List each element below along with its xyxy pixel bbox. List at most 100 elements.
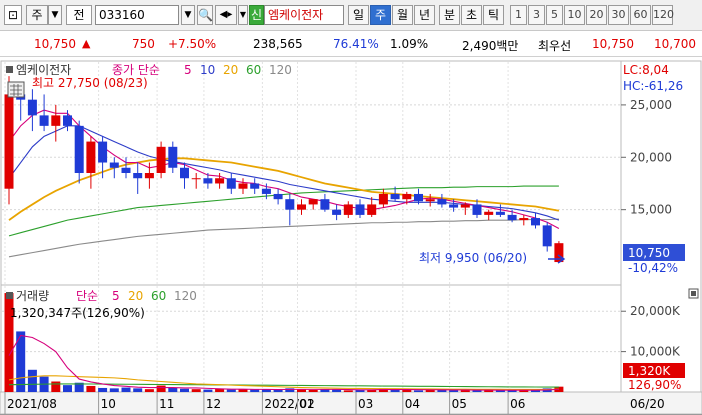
volume-bar: [414, 390, 423, 392]
price-legend-item: 5: [184, 63, 192, 77]
volume-bar: [203, 389, 213, 392]
candle-body: [168, 146, 178, 168]
period-tab-4[interactable]: 분: [439, 5, 460, 25]
candle-body: [144, 173, 154, 179]
volume-bar: [133, 388, 143, 392]
period-tab-6[interactable]: 틱: [483, 5, 504, 25]
field-select[interactable]: 전: [66, 5, 92, 25]
volume-bar: [250, 389, 260, 392]
candle-body: [308, 199, 318, 205]
interval-button-5[interactable]: 30: [608, 5, 629, 25]
bid-price: 10,700: [654, 37, 696, 51]
candle-body: [4, 94, 14, 189]
volume-bar: [121, 387, 131, 392]
volume-legend-item: 단순: [76, 289, 98, 303]
volume-legend-item: 20: [128, 289, 143, 303]
cursor-date-label: 06/20: [630, 397, 665, 411]
volume-bar: [63, 385, 72, 392]
x-axis-label: 10: [101, 397, 116, 411]
period-tab-0[interactable]: 일: [348, 5, 369, 25]
interval-button-4[interactable]: 20: [586, 5, 607, 25]
candle-body: [378, 193, 388, 205]
candle-body: [332, 209, 342, 215]
candle-body: [63, 115, 72, 126]
credit-badge[interactable]: 신: [249, 5, 264, 25]
candle-body: [121, 167, 131, 173]
interval-button-2[interactable]: 5: [546, 5, 563, 25]
candle-body: [343, 204, 353, 215]
stock-chart[interactable]: 25,000 20,000 15,000 20,000K 10,000K 2021/08…: [0, 58, 702, 414]
period-tab-5[interactable]: 초: [461, 5, 482, 25]
interval-button-7[interactable]: 120: [652, 5, 674, 25]
period-type-label: 주: [31, 8, 43, 22]
window-icon[interactable]: ⊡: [4, 5, 22, 25]
price-change-pct: +7.50%: [168, 37, 217, 51]
volume-bar: [180, 388, 189, 392]
speaker-icon[interactable]: ◀▸: [215, 5, 237, 25]
volume-bar: [27, 369, 37, 392]
x-axis-label: 12: [206, 397, 221, 411]
x-axis-label: 05: [452, 397, 467, 411]
quote-bar: 10,750 ▲ 750 +7.50% 238,565 76.41% 1.09%…: [0, 31, 702, 57]
credit-label: 신: [250, 8, 263, 22]
candle-body: [109, 162, 119, 168]
candle-body: [472, 204, 482, 215]
x-axis-label: 04: [405, 397, 420, 411]
last-volume-pct: 126,90%: [628, 378, 681, 392]
volume-bar: [156, 385, 166, 392]
candle-body: [425, 199, 435, 202]
candle-body: [133, 173, 143, 179]
interval-button-3[interactable]: 10: [564, 5, 585, 25]
grid-table-icon-lines: [10, 84, 22, 96]
hc-label: HC:-61,26: [623, 79, 683, 93]
volume-bar: [144, 389, 154, 392]
last-price-label: 10,750: [628, 246, 670, 260]
price-legend-item: 120: [269, 63, 292, 77]
price-legend-item: 60: [246, 63, 261, 77]
x-axis-label: 06: [510, 397, 525, 411]
trade-amount: 2,490백만: [462, 39, 519, 53]
interval-button-1[interactable]: 3: [528, 5, 545, 25]
volume-bar: [191, 389, 201, 392]
candle-body: [285, 199, 295, 210]
search-icon[interactable]: 🔍: [197, 5, 213, 25]
candle-body: [542, 225, 552, 247]
price-legend-name: 엠케이전자: [16, 63, 71, 77]
candle-body: [402, 193, 412, 200]
candle-body: [226, 178, 236, 189]
last-change-label: -10,42%: [628, 261, 678, 275]
code-dropdown-icon[interactable]: ▼: [181, 5, 195, 25]
price-legend-item: 종가 단순: [112, 63, 160, 77]
candle-body: [250, 183, 260, 189]
candle-body: [449, 204, 459, 208]
candle-body: [215, 178, 225, 184]
chevron-down-icon[interactable]: ▼: [48, 5, 62, 25]
price-legend-item: 10: [200, 63, 215, 77]
candle-body: [39, 115, 49, 126]
period-tab-3[interactable]: 년: [414, 5, 435, 25]
candle-body: [355, 204, 365, 215]
volume-bar: [226, 389, 236, 392]
candle-body: [507, 214, 517, 221]
interval-button-6[interactable]: 60: [630, 5, 651, 25]
low-annotation: 최저 9,950 (06/20): [419, 251, 527, 265]
candle-body: [51, 115, 61, 126]
stock-code-input[interactable]: 033160: [95, 5, 179, 25]
price-change: 750: [132, 37, 155, 51]
candle-body: [414, 193, 423, 202]
candle-body: [519, 218, 529, 221]
speaker-dropdown-icon[interactable]: ▼: [238, 5, 248, 25]
candle-body: [367, 204, 377, 215]
volume-bar: [168, 387, 178, 392]
panel-marker-icon: [6, 66, 13, 73]
interval-button-0[interactable]: 1: [510, 5, 527, 25]
candle-body: [495, 211, 505, 215]
period-type-select[interactable]: 주: [26, 5, 48, 25]
price-axis-tick: 25,000: [630, 98, 672, 112]
period-tab-2[interactable]: 월: [392, 5, 413, 25]
grid-table-icon[interactable]: [7, 81, 25, 98]
candle-body: [191, 178, 201, 180]
price-axis-tick: 20,000: [630, 150, 672, 164]
period-tab-1[interactable]: 주: [370, 5, 391, 25]
volume-marker-icon: [6, 292, 13, 299]
